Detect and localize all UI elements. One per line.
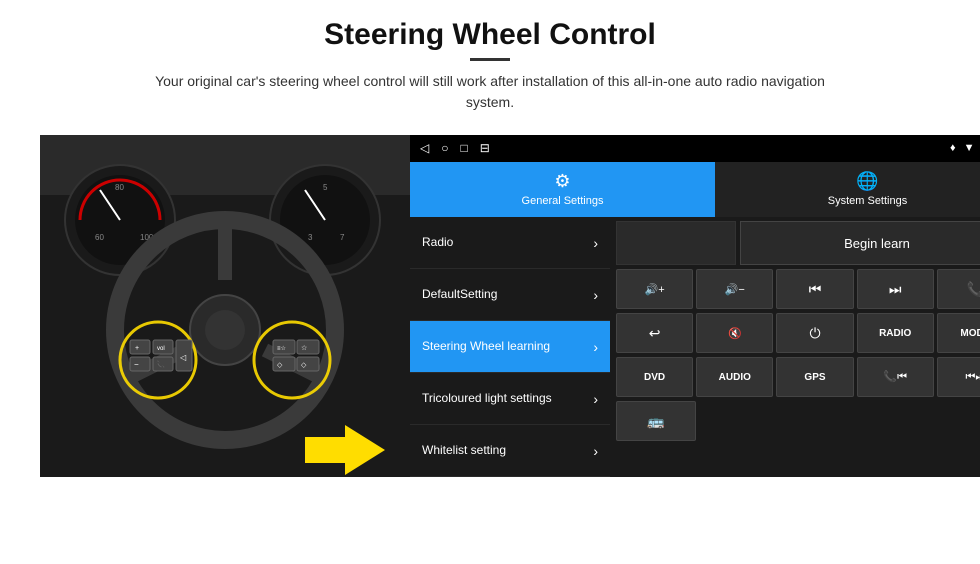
menu-whitelist-label: Whitelist setting [422,443,506,459]
prev-icon: ⏮ [809,281,822,298]
back-icon[interactable]: ◁ [420,141,429,155]
controls-row2: 🔊+ 🔊− ⏮ ⏭ 📞 [616,269,980,309]
vol-down-icon: 🔊− [725,283,745,296]
mode-label: MODE [960,328,980,339]
right-controls-panel: Begin learn 🔊+ 🔊− ⏮ [610,217,980,477]
main-content: Radio › DefaultSetting › Steering Wheel … [410,217,980,477]
chevron-icon: › [593,235,598,251]
signal-icon: ♦ [950,142,956,154]
end-call-button[interactable]: ↩ [616,313,693,353]
audio-label: AUDIO [719,372,751,383]
radio-label: RADIO [879,328,911,339]
controls-row1: Begin learn [616,221,980,265]
menu-default-label: DefaultSetting [422,287,497,303]
left-menu: Radio › DefaultSetting › Steering Wheel … [410,217,610,477]
svg-text:7: 7 [340,233,345,242]
svg-text:📞: 📞 [156,360,165,369]
tab-general-label: General Settings [522,195,604,207]
prev-track-button[interactable]: ⏮ [776,269,853,309]
svg-text:60: 60 [95,233,104,242]
controls-row3: ↩ 🔇 ⏻ RADIO MODE [616,313,980,353]
mode-button[interactable]: MODE [937,313,980,353]
menu-tricoloured-label: Tricoloured light settings [422,391,552,407]
next-icon: ⏭ [889,281,902,298]
svg-text:5: 5 [323,183,328,192]
audio-button[interactable]: AUDIO [696,357,773,397]
chevron-icon: › [593,391,598,407]
dvd-button[interactable]: DVD [616,357,693,397]
mute-icon: 🔇 [728,327,742,340]
steering-wheel-image: 60 80 100 3 5 7 [40,135,410,477]
svg-text:vol: vol [157,346,165,352]
begin-learn-button[interactable]: Begin learn [740,221,980,265]
page-title: Steering Wheel Control [140,18,840,52]
svg-text:3: 3 [308,233,313,242]
wifi-icon: ▼ [964,142,975,154]
menu-item-steering[interactable]: Steering Wheel learning › [410,321,610,373]
menu-item-default[interactable]: DefaultSetting › [410,269,610,321]
gps-button[interactable]: GPS [776,357,853,397]
dvd-label: DVD [644,372,665,383]
svg-text:◇: ◇ [301,362,307,369]
nav-icons: ◁ ○ □ ⊟ [420,141,490,155]
chevron-icon: › [593,287,598,303]
chevron-icon: › [593,339,598,355]
title-divider [470,58,510,61]
vol-up-icon: 🔊+ [645,283,665,296]
tab-system[interactable]: 🌐 System Settings [715,162,980,217]
svg-text:80: 80 [115,183,124,192]
page-container: Steering Wheel Control Your original car… [0,0,980,564]
menu-item-tricoloured[interactable]: Tricoloured light settings › [410,373,610,425]
menu-item-radio[interactable]: Radio › [410,217,610,269]
call-prev-button[interactable]: 📞⏮ [857,357,934,397]
svg-text:−: − [134,360,139,369]
status-bar: ◁ ○ □ ⊟ ♦ ▼ 13:13 [410,135,980,162]
controls-row5: 🚌 [616,401,980,441]
next-track-button[interactable]: ⏭ [857,269,934,309]
menu-radio-label: Radio [422,235,453,251]
controls-row4: DVD AUDIO GPS 📞⏮ ⏮⏭ [616,357,980,397]
vol-down-button[interactable]: 🔊− [696,269,773,309]
svg-text:+: + [135,345,139,352]
call-prev-icon: 📞⏮ [883,370,907,384]
tab-general[interactable]: ⚙ General Settings [410,162,715,217]
svg-text:≡☆: ≡☆ [277,345,286,352]
status-right: ♦ ▼ 13:13 [950,142,980,154]
end-call-icon: ↩ [649,325,661,342]
blank-display [616,221,736,265]
gps-label: GPS [804,372,825,383]
bus-icon: 🚌 [647,413,664,430]
radio-button[interactable]: RADIO [857,313,934,353]
skip-combo-icon: ⏮⏭ [965,371,980,384]
bus-button[interactable]: 🚌 [616,401,696,441]
chevron-icon: › [593,443,598,459]
menu-steering-label: Steering Wheel learning [422,339,550,355]
title-section: Steering Wheel Control Your original car… [140,18,840,127]
power-icon: ⏻ [809,325,820,342]
vol-up-button[interactable]: 🔊+ [616,269,693,309]
page-subtitle: Your original car's steering wheel contr… [140,71,840,113]
svg-text:◇: ◇ [277,362,283,369]
call-button[interactable]: 📞 [937,269,980,309]
home-icon[interactable]: ○ [441,141,448,155]
call-icon: 📞 [967,281,980,298]
tab-system-label: System Settings [828,195,907,207]
system-settings-icon: 🌐 [856,171,878,192]
menu-icon[interactable]: ⊟ [480,141,490,155]
recents-icon[interactable]: □ [460,141,467,155]
menu-item-whitelist[interactable]: Whitelist setting › [410,425,610,477]
power-button[interactable]: ⏻ [776,313,853,353]
svg-text:◁: ◁ [180,353,187,362]
mute-button[interactable]: 🔇 [696,313,773,353]
svg-text:☆: ☆ [301,344,307,352]
content-row: 60 80 100 3 5 7 [40,135,940,477]
android-panel: ◁ ○ □ ⊟ ♦ ▼ 13:13 ⚙ General Settings [410,135,980,477]
general-settings-icon: ⚙ [554,171,570,192]
skip-combo-button[interactable]: ⏮⏭ [937,357,980,397]
tab-bar: ⚙ General Settings 🌐 System Settings [410,162,980,217]
